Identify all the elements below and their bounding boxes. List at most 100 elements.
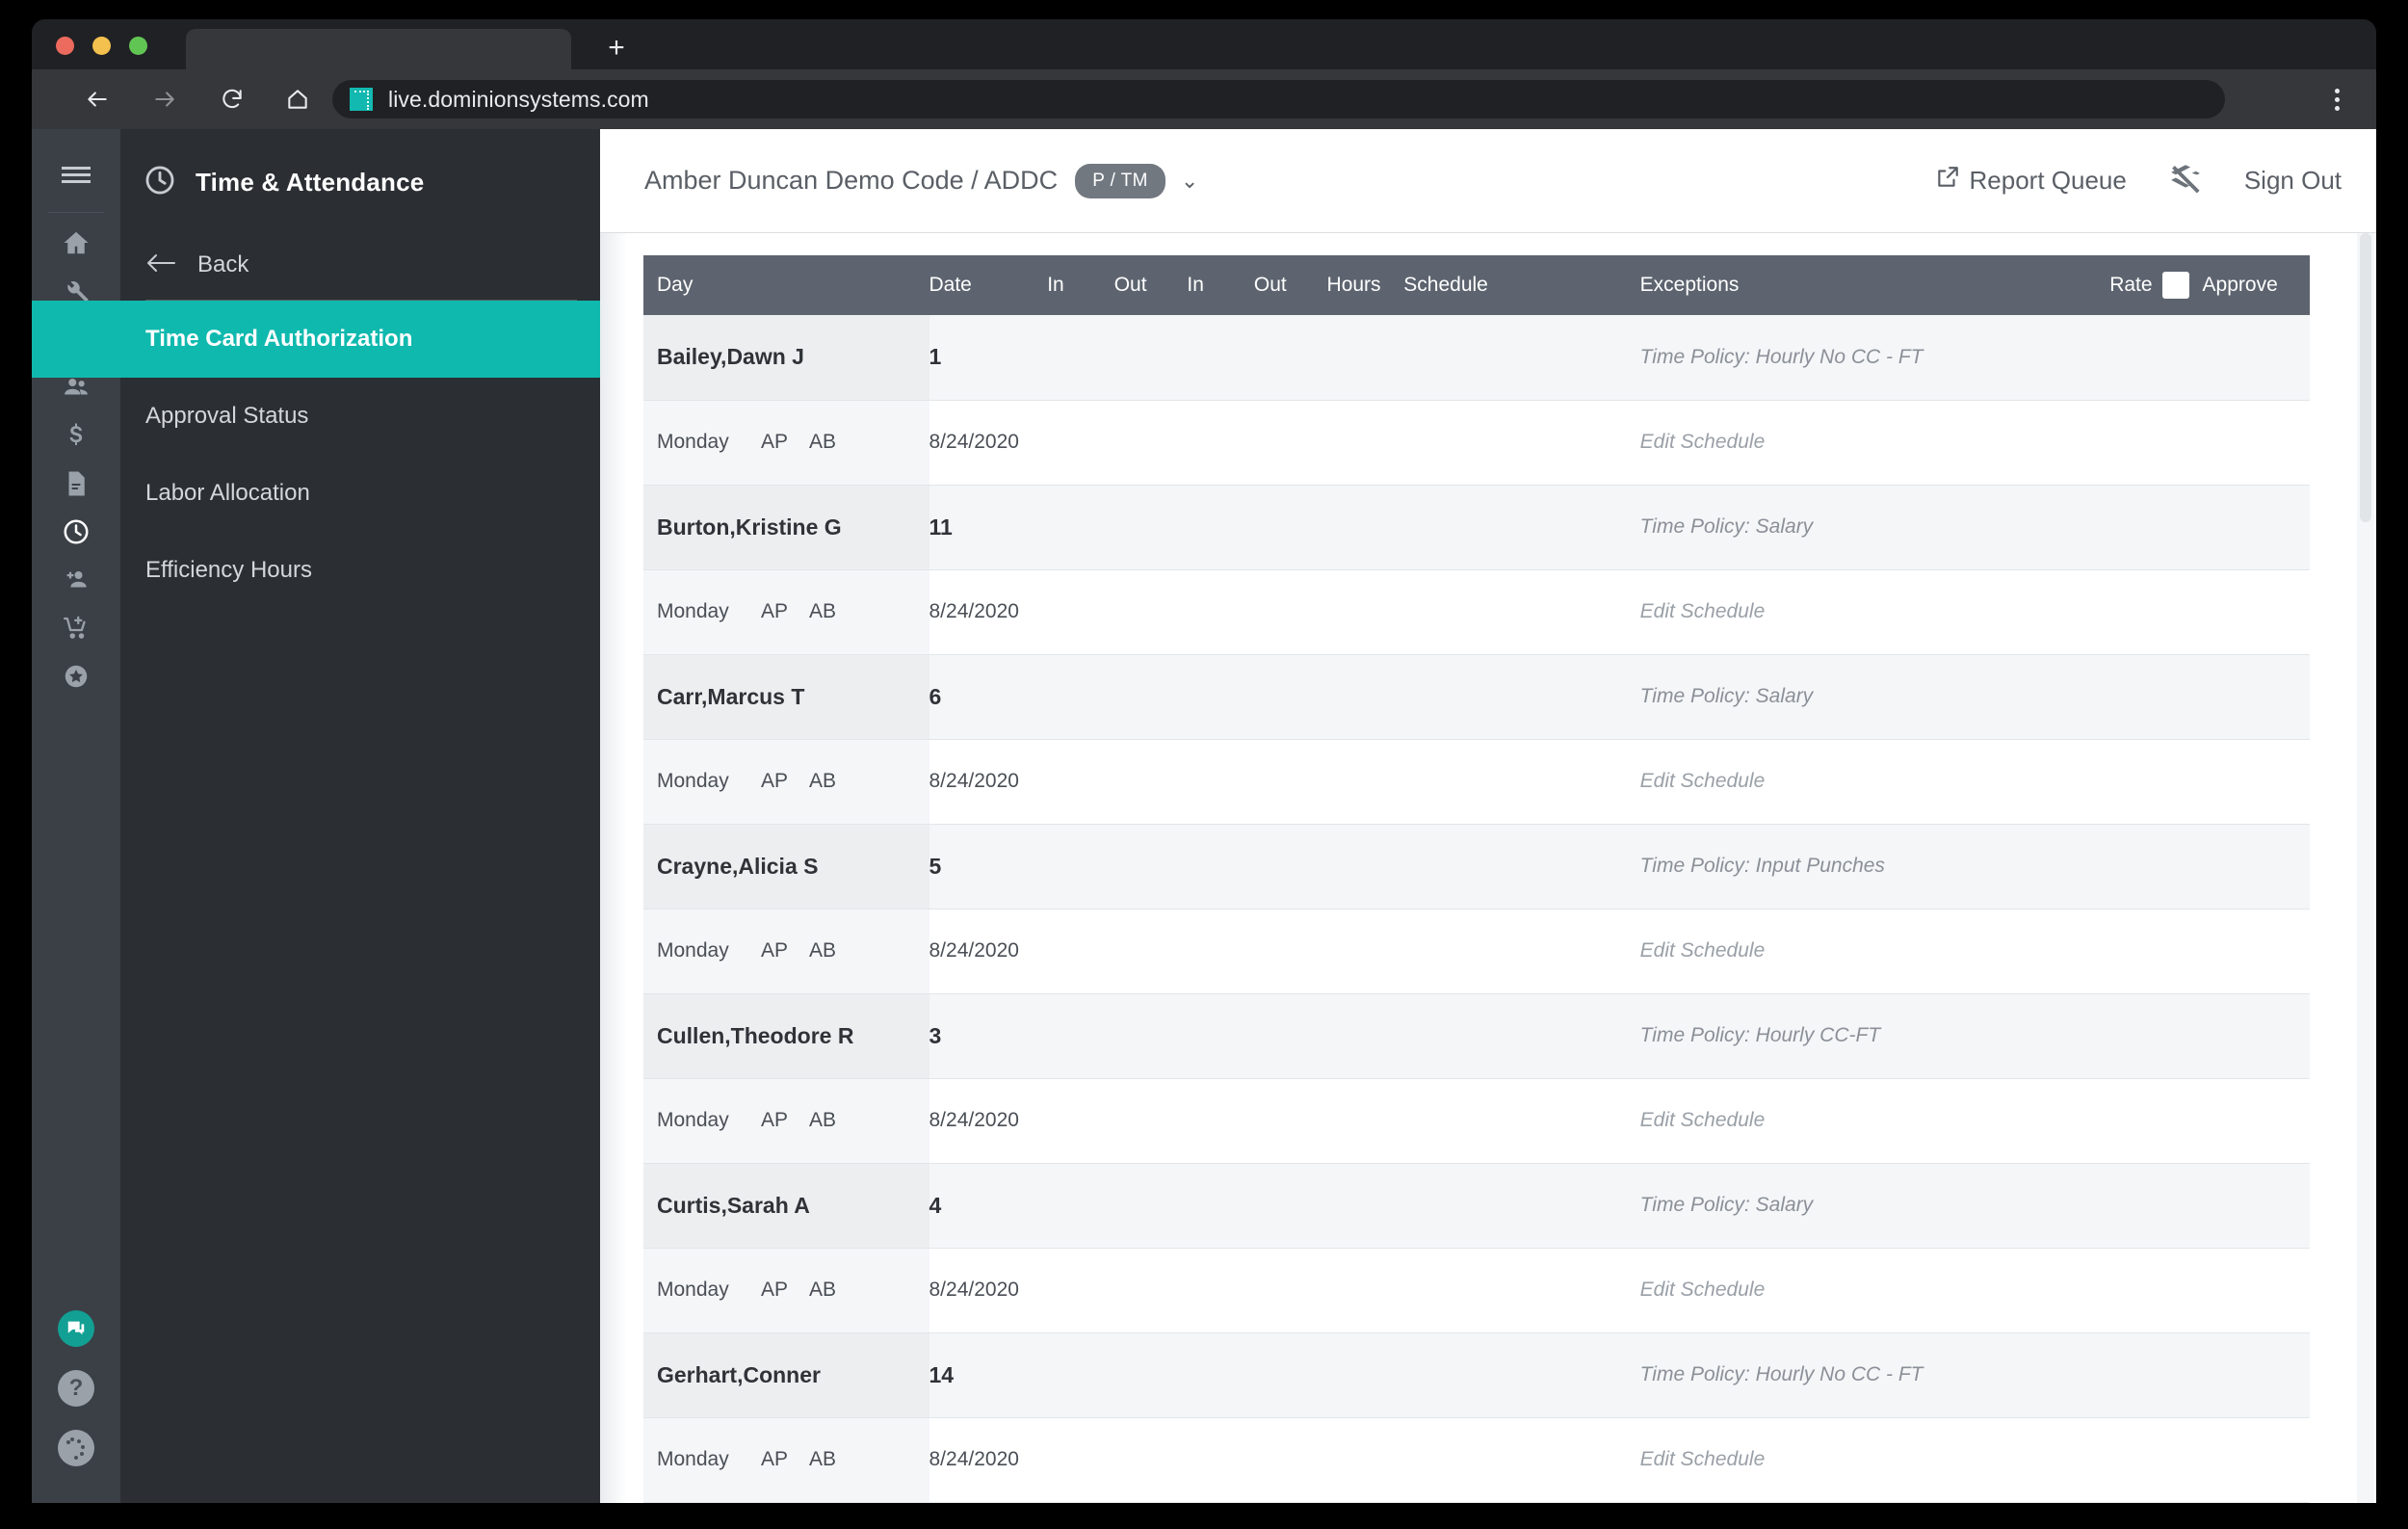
day-row[interactable]: Monday AP AB 8/24/2020 Edit Schedule xyxy=(643,739,2310,825)
rail-divider xyxy=(48,212,104,213)
day-row[interactable]: Monday AP AB 8/24/2020 Edit Schedule xyxy=(643,909,2310,994)
employee-id: 9 xyxy=(929,1502,1048,1503)
person-add-icon[interactable] xyxy=(32,556,120,604)
column-header-out-1[interactable]: Out xyxy=(1113,255,1188,315)
employee-time-policy: Time Policy: Input Punches xyxy=(1639,824,2055,909)
site-favicon xyxy=(350,88,373,111)
day-tag-ap[interactable]: AP xyxy=(761,600,788,623)
edit-schedule-link[interactable]: Edit Schedule xyxy=(1639,739,2055,825)
employee-time-policy: Time Policy: Salary xyxy=(1639,1163,2055,1249)
employee-id: 11 xyxy=(929,485,1048,570)
day-date: 8/24/2020 xyxy=(929,1417,1048,1503)
table-body: Bailey,Dawn J 1 Time Policy: Hourly No C… xyxy=(643,315,2310,1503)
star-badge-icon[interactable] xyxy=(32,652,120,700)
employee-name: Cullen,Theodore R xyxy=(643,993,929,1079)
day-row[interactable]: Monday AP AB 8/24/2020 Edit Schedule xyxy=(643,1078,2310,1164)
employee-name: Giada,Vince P xyxy=(643,1502,929,1503)
column-header-in-1[interactable]: In xyxy=(1047,255,1114,315)
day-tag-ap[interactable]: AP xyxy=(761,1279,788,1302)
chevron-down-icon[interactable]: ⌄ xyxy=(1181,169,1198,194)
new-tab-button[interactable]: + xyxy=(598,31,635,67)
sidebar-item-time-card-authorization[interactable]: Time Card Authorization xyxy=(32,301,600,378)
column-header-schedule[interactable]: Schedule xyxy=(1403,255,1640,315)
day-tag-ap[interactable]: AP xyxy=(761,770,788,793)
column-header-in-2[interactable]: In xyxy=(1187,255,1254,315)
employee-row[interactable]: Curtis,Sarah A 4 Time Policy: Salary xyxy=(643,1163,2310,1249)
employee-row[interactable]: Bailey,Dawn J 1 Time Policy: Hourly No C… xyxy=(643,315,2310,401)
edit-schedule-link[interactable]: Edit Schedule xyxy=(1639,1417,2055,1503)
day-tag-ap[interactable]: AP xyxy=(761,431,788,454)
question-icon[interactable]: ? xyxy=(58,1370,94,1407)
loading-dots-icon[interactable] xyxy=(58,1430,94,1466)
employee-row[interactable]: Giada,Vince P 9 Time Policy: Hourly No C… xyxy=(643,1502,2310,1503)
day-row[interactable]: Monday AP AB 8/24/2020 Edit Schedule xyxy=(643,400,2310,486)
day-tag-ap[interactable]: AP xyxy=(761,1448,788,1471)
day-name: Monday xyxy=(657,600,729,622)
dollar-icon[interactable] xyxy=(32,411,120,460)
day-tag-ab[interactable]: AB xyxy=(809,1109,836,1132)
home-icon[interactable] xyxy=(32,219,120,267)
day-cell: Monday AP AB xyxy=(643,1248,929,1333)
page-scrollbar-thumb[interactable] xyxy=(2360,233,2371,522)
employee-row[interactable]: Crayne,Alicia S 5 Time Policy: Input Pun… xyxy=(643,824,2310,909)
maximize-window-button[interactable] xyxy=(129,37,147,55)
day-tag-ab[interactable]: AB xyxy=(809,939,836,962)
address-bar[interactable]: live.dominionsystems.com xyxy=(332,80,2225,119)
sidebar-item-approval-status[interactable]: Approval Status xyxy=(120,378,600,455)
chat-icon[interactable] xyxy=(58,1310,94,1347)
day-tag-ab[interactable]: AB xyxy=(809,600,836,623)
column-header-out-2[interactable]: Out xyxy=(1253,255,1327,315)
day-row[interactable]: Monday AP AB 8/24/2020 Edit Schedule xyxy=(643,1417,2310,1503)
sidebar-item-efficiency-hours[interactable]: Efficiency Hours xyxy=(120,532,600,609)
column-header-date[interactable]: Date xyxy=(929,255,1048,315)
sidebar-item-labor-allocation[interactable]: Labor Allocation xyxy=(120,455,600,532)
day-tag-ab[interactable]: AB xyxy=(809,1448,836,1471)
close-window-button[interactable] xyxy=(56,37,74,55)
day-tag-ab[interactable]: AB xyxy=(809,1279,836,1302)
sign-out-button[interactable]: Sign Out xyxy=(2244,166,2342,196)
report-queue-label: Report Queue xyxy=(1969,166,2127,195)
org-name: Amber Duncan Demo Code / ADDC xyxy=(644,166,1059,195)
edit-schedule-link[interactable]: Edit Schedule xyxy=(1639,400,2055,486)
reload-icon[interactable] xyxy=(215,82,249,117)
column-header-day[interactable]: Day xyxy=(643,255,929,315)
day-date: 8/24/2020 xyxy=(929,569,1048,655)
day-date: 8/24/2020 xyxy=(929,909,1048,994)
day-name: Monday xyxy=(657,1279,729,1301)
column-header-hours[interactable]: Hours xyxy=(1326,255,1404,315)
minimize-window-button[interactable] xyxy=(92,37,111,55)
employee-row[interactable]: Gerhart,Conner 14 Time Policy: Hourly No… xyxy=(643,1332,2310,1418)
edit-schedule-link[interactable]: Edit Schedule xyxy=(1639,909,2055,994)
day-row[interactable]: Monday AP AB 8/24/2020 Edit Schedule xyxy=(643,569,2310,655)
day-row[interactable]: Monday AP AB 8/24/2020 Edit Schedule xyxy=(643,1248,2310,1333)
document-icon[interactable] xyxy=(32,460,120,508)
column-header-exceptions[interactable]: Exceptions xyxy=(1639,255,2055,315)
employee-row[interactable]: Cullen,Theodore R 3 Time Policy: Hourly … xyxy=(643,993,2310,1079)
approve-all-checkbox[interactable] xyxy=(2161,272,2189,299)
browser-tab[interactable] xyxy=(186,29,571,69)
edit-schedule-link[interactable]: Edit Schedule xyxy=(1639,569,2055,655)
day-tag-ap[interactable]: AP xyxy=(761,939,788,962)
day-tag-ab[interactable]: AB xyxy=(809,770,836,793)
employee-time-policy: Time Policy: Salary xyxy=(1639,654,2055,740)
column-header-rate[interactable]: Rate xyxy=(2054,255,2162,315)
edit-schedule-link[interactable]: Edit Schedule xyxy=(1639,1078,2055,1164)
time-card-table-container: Day Date In Out In Out Hours Schedule Ex… xyxy=(643,255,2310,1503)
hamburger-menu-icon[interactable] xyxy=(32,150,120,198)
day-cell: Monday AP AB xyxy=(643,569,929,655)
back-button[interactable]: Back xyxy=(120,201,600,300)
report-queue-button[interactable]: Report Queue xyxy=(1935,165,2127,197)
page-scrollbar[interactable] xyxy=(2357,233,2374,1503)
edit-schedule-link[interactable]: Edit Schedule xyxy=(1639,1248,2055,1333)
cart-add-icon[interactable] xyxy=(32,604,120,652)
layers-off-icon[interactable] xyxy=(2167,160,2204,201)
forward-arrow-icon[interactable] xyxy=(147,82,182,117)
back-arrow-icon[interactable] xyxy=(80,82,115,117)
day-tag-ab[interactable]: AB xyxy=(809,431,836,454)
employee-row[interactable]: Burton,Kristine G 11 Time Policy: Salary xyxy=(643,485,2310,570)
day-tag-ap[interactable]: AP xyxy=(761,1109,788,1132)
clock-icon[interactable] xyxy=(32,508,120,556)
kebab-menu-icon[interactable] xyxy=(2320,83,2353,116)
employee-row[interactable]: Carr,Marcus T 6 Time Policy: Salary xyxy=(643,654,2310,740)
home-icon[interactable] xyxy=(280,82,315,117)
